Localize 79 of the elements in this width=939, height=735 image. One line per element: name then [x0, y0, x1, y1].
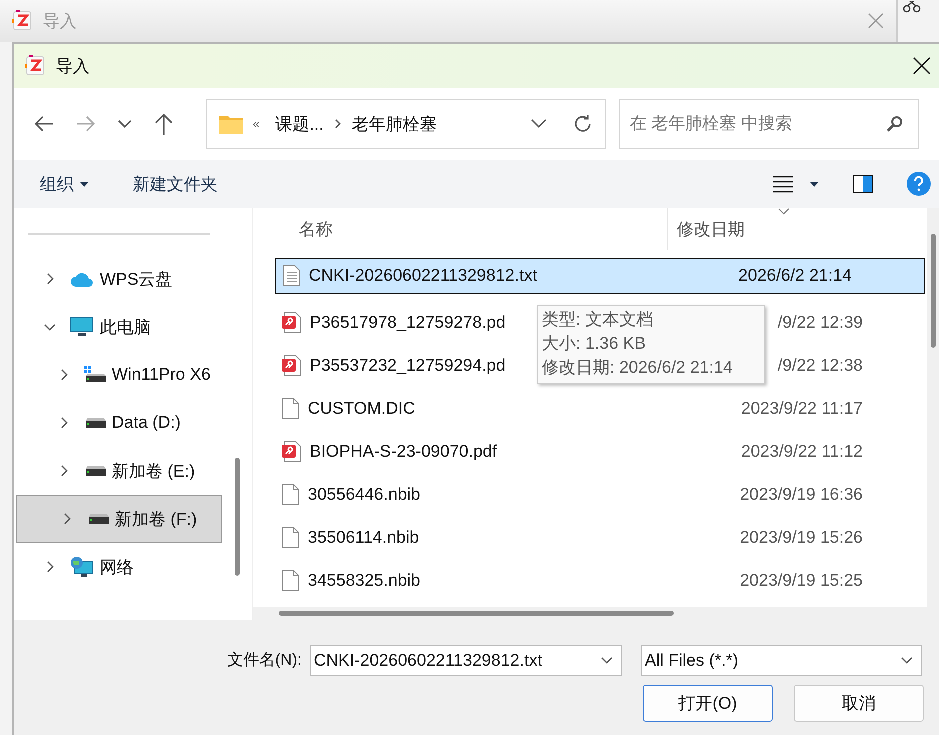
scrollbar-thumb[interactable]	[234, 458, 240, 576]
file-name[interactable]: 30556446.nbib	[308, 484, 421, 504]
nav-item[interactable]: Data (D:)	[14, 399, 222, 447]
file-row[interactable]: CNKI-20260602211329812.txt 2026/6/2 21:14	[275, 258, 925, 294]
up-arrow-icon[interactable]	[154, 113, 174, 135]
nav-item[interactable]: 网络	[14, 543, 222, 591]
breadcrumb-chevron-icon[interactable]	[334, 118, 342, 130]
overflow-marker[interactable]: «	[253, 117, 260, 131]
file-name[interactable]: CUSTOM.DIC	[308, 398, 416, 418]
filename-label: 文件名(N):	[226, 650, 302, 671]
dropdown-arrow-icon[interactable]	[810, 182, 819, 186]
preview-pane-icon[interactable]	[853, 175, 873, 193]
nav-item[interactable]: WPS云盘	[14, 255, 222, 303]
pdf-file-icon	[282, 354, 302, 376]
file-icon	[282, 484, 300, 506]
back-arrow-icon[interactable]	[34, 115, 54, 133]
dropdown-arrow-icon	[80, 182, 89, 186]
breadcrumb[interactable]: 课题...	[276, 112, 324, 136]
search-icon[interactable]	[887, 116, 903, 132]
file-name[interactable]: P35537232_12759294.pd	[310, 356, 506, 376]
file-name[interactable]: 34558325.nbib	[308, 570, 421, 590]
search-field[interactable]: 在 老年肺栓塞 中搜索	[619, 99, 919, 149]
open-button[interactable]: 打开(O)	[643, 685, 773, 722]
file-date: 2023/9/19 15:26	[740, 528, 863, 548]
text-file-icon	[283, 265, 301, 287]
file-icon	[282, 398, 300, 420]
close-icon[interactable]	[913, 57, 931, 75]
drive-icon	[84, 465, 106, 477]
pdf-file-icon	[282, 440, 302, 462]
refresh-icon[interactable]	[573, 114, 593, 134]
file-date: /9/22 12:39	[778, 312, 863, 332]
chevron-down-icon[interactable]	[901, 657, 913, 664]
file-icon	[282, 526, 300, 548]
tooltip-line: 类型: 文本文档	[542, 309, 654, 331]
file-date: 2026/6/2 21:14	[738, 266, 852, 286]
scrollbar-thumb[interactable]	[279, 611, 674, 616]
drive-icon	[84, 417, 106, 429]
file-date: 2023/9/22 11:17	[741, 398, 863, 418]
nav-item[interactable]: 此电脑	[14, 303, 222, 351]
window-title: 导入	[43, 10, 78, 32]
nav-item[interactable]: Win11Pro X6	[14, 351, 222, 399]
drive-icon	[87, 513, 109, 525]
chevron-down-icon[interactable]	[531, 119, 547, 129]
app-logo-icon	[11, 10, 33, 32]
list-view-icon[interactable]	[772, 175, 794, 193]
tooltip-line: 修改日期: 2026/6/2 21:14	[542, 357, 734, 379]
column-header[interactable]: 修改日期	[668, 208, 745, 250]
scrollbar-thumb[interactable]	[930, 234, 936, 348]
nav-item[interactable]: 新加卷 (E:)	[14, 447, 222, 495]
folder-icon	[219, 114, 243, 134]
chevron-down-icon[interactable]	[601, 657, 613, 664]
app-logo-icon	[24, 55, 46, 77]
breadcrumb[interactable]: 老年肺栓塞	[352, 112, 437, 136]
file-date: 2023/9/22 11:12	[741, 442, 863, 462]
address-bar[interactable]: « 课题... 老年肺栓塞	[206, 99, 606, 149]
help-icon[interactable]	[907, 172, 931, 196]
file-name[interactable]: 35506114.nbib	[308, 528, 420, 548]
organize-menu[interactable]: 组织	[40, 172, 89, 196]
file-date: /9/22 12:38	[778, 356, 863, 376]
tooltip-line: 大小: 1.36 KB	[542, 333, 647, 355]
column-header[interactable]: 名称	[253, 208, 668, 250]
monitor-icon	[70, 317, 94, 337]
file-icon	[282, 570, 300, 592]
drive-icon	[84, 366, 106, 384]
file-date: 2023/9/19 15:25	[740, 570, 863, 590]
cancel-button[interactable]: 取消	[794, 685, 924, 722]
file-type-dropdown[interactable]: All Files (*.*)	[641, 645, 922, 676]
sort-chevron-icon	[778, 208, 790, 215]
network-icon	[70, 556, 94, 578]
chevron-down-icon[interactable]	[118, 119, 132, 129]
file-name: CNKI-20260602211329812.txt	[309, 266, 538, 286]
nav-item[interactable]: 新加卷 (F:)	[16, 495, 222, 543]
file-date: 2023/9/19 16:36	[740, 484, 863, 504]
file-name[interactable]: BIOPHA-S-23-09070.pdf	[310, 442, 498, 462]
file-name[interactable]: P36517978_12759278.pd	[310, 312, 506, 332]
pdf-file-icon	[282, 312, 302, 334]
filename-field[interactable]: CNKI-20260602211329812.txt	[310, 645, 622, 676]
new-folder-button[interactable]: 新建文件夹	[133, 172, 218, 196]
dialog-title: 导入	[56, 56, 91, 78]
